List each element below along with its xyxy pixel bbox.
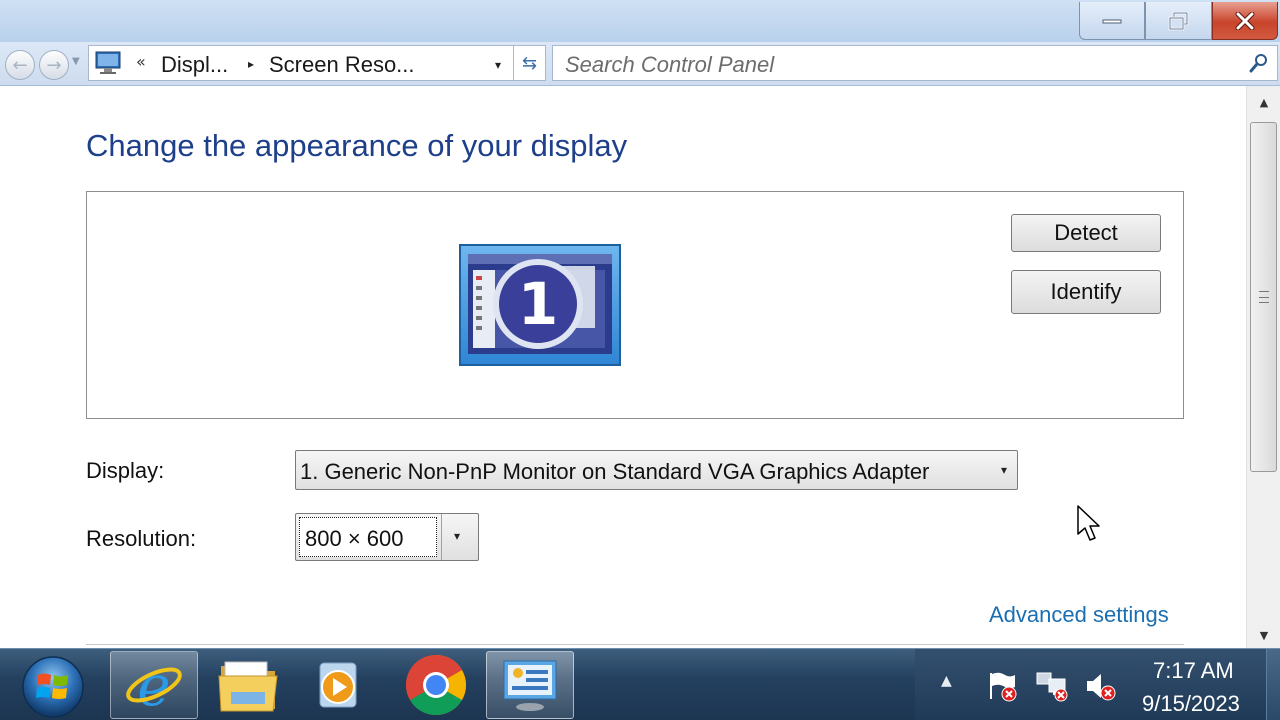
resolution-label: Resolution: xyxy=(86,526,197,551)
search-input[interactable]: Search Control Panel xyxy=(565,52,774,78)
chevron-down-icon: ▾ xyxy=(1000,463,1007,477)
advanced-settings-link[interactable]: Advanced settings xyxy=(989,602,1169,628)
divider xyxy=(86,644,1184,645)
chrome-icon xyxy=(405,654,467,716)
forward-arrow-icon: → xyxy=(46,54,62,76)
taskbar-screen-resolution-window[interactable] xyxy=(486,651,574,719)
restore-button[interactable] xyxy=(1145,2,1212,40)
taskbar-windows-explorer[interactable] xyxy=(204,651,292,719)
search-box[interactable]: Search Control Panel xyxy=(552,45,1278,81)
resolution-select-value: 800 × 600 xyxy=(305,526,404,551)
refresh-button[interactable]: ⇆ xyxy=(514,45,546,81)
close-icon xyxy=(1235,11,1255,30)
back-arrow-icon: ← xyxy=(12,54,28,76)
search-icon[interactable] xyxy=(1249,53,1269,73)
identify-button[interactable]: Identify xyxy=(1011,270,1161,314)
select-divider xyxy=(441,514,442,560)
folder-icon xyxy=(218,661,278,712)
minimize-button[interactable] xyxy=(1079,2,1145,40)
minimize-icon xyxy=(1102,19,1122,23)
detect-button[interactable]: Detect xyxy=(1011,214,1161,252)
close-button[interactable] xyxy=(1212,2,1278,40)
svg-text:e: e xyxy=(137,655,170,715)
back-button[interactable]: ← xyxy=(5,50,35,80)
scroll-down-icon[interactable]: ▼ xyxy=(1247,629,1280,642)
taskbar: e ▲ 7:17 AM 9/15/2023 xyxy=(0,648,1280,720)
address-dropdown-icon[interactable]: ▾ xyxy=(495,58,501,72)
show-hidden-icons-icon[interactable]: ▲ xyxy=(941,673,952,689)
monitor-1-icon[interactable]: 1 xyxy=(459,244,621,366)
display-label: Display: xyxy=(86,458,165,483)
breadcrumb-display[interactable]: Displ... xyxy=(161,52,228,78)
resolution-select-field: 800 × 600 xyxy=(299,517,437,557)
notification-area: ▲ 7:17 AM 9/15/2023 xyxy=(915,649,1280,720)
scroll-thumb[interactable] xyxy=(1250,122,1277,472)
breadcrumb-screen-resolution[interactable]: Screen Reso... xyxy=(269,52,415,78)
page-title: Change the appearance of your display xyxy=(86,128,628,163)
clock-time[interactable]: 7:17 AM xyxy=(1153,658,1234,684)
breadcrumb-overflow[interactable]: « xyxy=(136,52,146,71)
media-player-icon xyxy=(319,662,357,708)
display-settings-icon xyxy=(95,51,121,74)
scroll-grip-icon xyxy=(1259,291,1269,303)
start-button[interactable] xyxy=(20,653,86,719)
show-desktop-button[interactable] xyxy=(1266,649,1280,720)
refresh-icon: ⇆ xyxy=(521,52,538,74)
display-select-value: 1. Generic Non-PnP Monitor on Standard V… xyxy=(300,459,930,484)
internet-explorer-icon: e xyxy=(126,655,182,715)
mouse-cursor-icon xyxy=(1077,505,1100,541)
network-icon[interactable] xyxy=(1035,669,1069,703)
taskbar-internet-explorer[interactable]: e xyxy=(110,651,198,719)
display-control-panel-icon xyxy=(503,660,557,711)
scroll-up-icon[interactable]: ▲ xyxy=(1247,96,1280,109)
volume-muted-icon[interactable] xyxy=(1083,669,1117,703)
vertical-scrollbar[interactable]: ▲ ▼ xyxy=(1246,86,1280,648)
action-center-flag-icon[interactable] xyxy=(985,669,1019,703)
forward-button[interactable]: → xyxy=(39,50,69,80)
restore-icon xyxy=(1168,11,1188,30)
breadcrumb-separator-icon[interactable]: ▸ xyxy=(248,57,254,71)
display-select[interactable]: 1. Generic Non-PnP Monitor on Standard V… xyxy=(295,450,1018,490)
clock-date[interactable]: 9/15/2023 xyxy=(1142,691,1240,717)
resolution-select[interactable]: 800 × 600 ▾ xyxy=(295,513,479,561)
monitor-number: 1 xyxy=(518,270,558,338)
recent-pages-dropdown-icon[interactable]: ▼ xyxy=(72,56,80,67)
taskbar-windows-media-player[interactable] xyxy=(294,651,382,719)
title-bar xyxy=(0,0,1280,42)
taskbar-google-chrome[interactable] xyxy=(392,651,480,719)
chevron-down-icon: ▾ xyxy=(454,529,461,543)
